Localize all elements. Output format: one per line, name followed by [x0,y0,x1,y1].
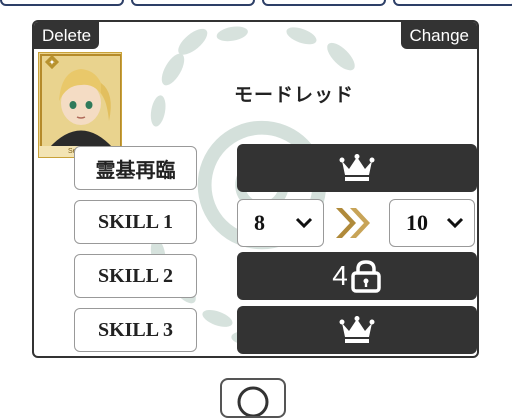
svg-text:✦: ✦ [49,58,56,67]
crown-icon [339,316,375,343]
servant-portrait[interactable]: ✦ Servant [38,52,122,158]
skill1-to-value: 10 [406,210,428,235]
change-button[interactable]: Change [401,22,477,49]
skill2-button[interactable]: SKILL 2 [74,254,197,298]
lock-icon [351,260,381,293]
top-tab[interactable] [131,0,255,6]
skill3-max-bar[interactable] [237,306,477,354]
skill1-button[interactable]: SKILL 1 [74,200,197,244]
skill1-to-select[interactable]: 10 [389,199,475,247]
circle-icon [237,386,269,418]
double-chevron-right-icon [336,208,370,238]
servant-name: モードレッド [234,84,355,106]
chevron-down-icon [446,217,464,229]
skill2-locked-bar[interactable]: 4 [237,252,477,300]
servant-portrait-image: ✦ [39,53,121,157]
ascension-button[interactable]: 霊基再臨 [74,146,197,190]
crown-icon [339,154,375,181]
skill1-from-value: 8 [254,210,265,235]
top-tab[interactable] [262,0,386,6]
top-tab[interactable] [0,0,124,6]
skill1-from-select[interactable]: 8 [237,199,324,247]
skill2-lock-count: 4 [332,260,348,291]
chevron-down-icon [295,217,313,229]
servant-card: Delete Change ✦ Servant モードレッド 霊基再臨 [32,20,479,358]
delete-button[interactable]: Delete [34,22,100,49]
ascension-max-bar[interactable] [237,144,477,192]
skill3-button[interactable]: SKILL 3 [74,308,197,352]
top-tab[interactable] [393,0,512,6]
bottom-circle-button[interactable] [220,378,286,418]
